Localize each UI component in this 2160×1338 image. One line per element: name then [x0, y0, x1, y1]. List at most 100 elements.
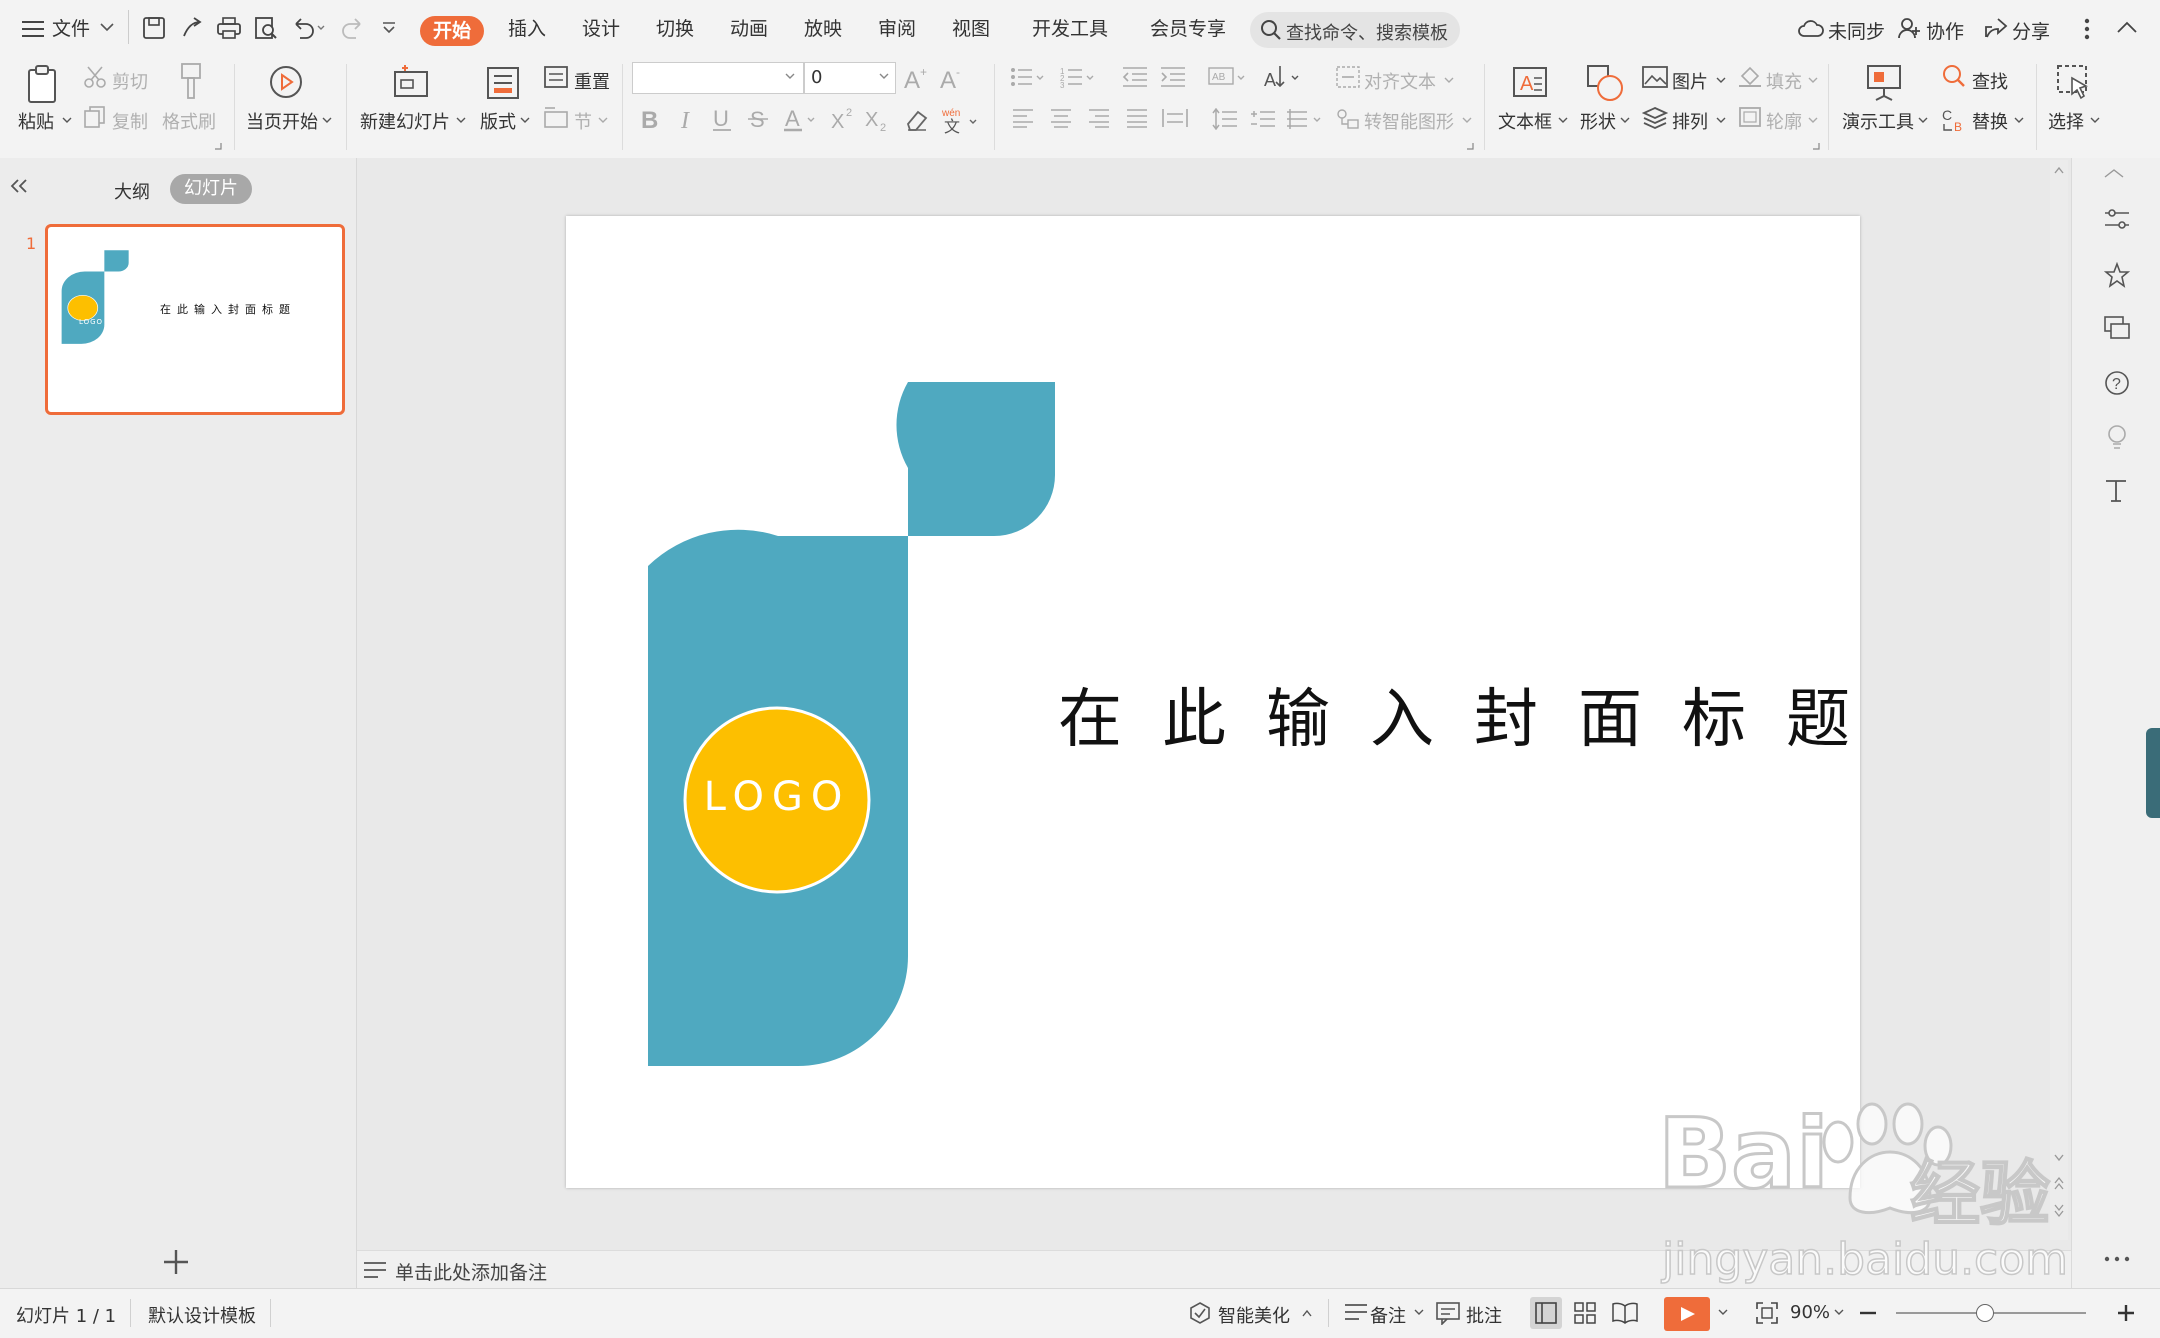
strikethrough-icon[interactable]: S [748, 106, 770, 132]
columns-icon[interactable] [1286, 108, 1326, 130]
sync-status[interactable]: 未同步 [1828, 17, 1885, 44]
justify-icon[interactable] [1126, 108, 1148, 128]
dialog-launcher-icon[interactable] [214, 142, 222, 150]
tab-review[interactable]: 审阅 [878, 14, 916, 41]
cover-title[interactable]: 在此输入封面标题 [1058, 668, 1890, 760]
chevron-down-icon[interactable] [1444, 77, 1454, 85]
chevron-down-icon[interactable] [100, 22, 114, 32]
redo-icon[interactable] [340, 16, 364, 40]
chevron-down-icon[interactable] [1918, 117, 1928, 125]
presenter-tools-icon[interactable] [1866, 64, 1902, 102]
help-icon[interactable]: ? [2104, 370, 2130, 396]
tab-outline[interactable]: 大纲 [114, 178, 150, 204]
tab-view[interactable]: 视图 [952, 14, 990, 41]
font-color-icon[interactable]: A [784, 106, 818, 132]
reading-view-icon[interactable] [1612, 1302, 1638, 1324]
chevron-up-icon[interactable] [1302, 1309, 1312, 1317]
find-icon[interactable] [1942, 64, 1966, 88]
tab-slides[interactable]: 幻灯片 [170, 174, 252, 204]
copy-button[interactable]: 复制 [112, 108, 148, 134]
outline-button[interactable]: 轮廓 [1766, 108, 1802, 134]
customize-toolbar-icon[interactable] [382, 22, 396, 34]
cloud-sync-icon[interactable] [1798, 18, 1824, 40]
logo-placeholder-text[interactable]: LOGO [684, 774, 870, 820]
print-icon[interactable] [216, 16, 242, 40]
tab-design[interactable]: 设计 [582, 14, 620, 41]
decrease-font-icon[interactable]: A- [940, 66, 966, 90]
line-spacing-icon[interactable] [1212, 108, 1238, 130]
reset-icon[interactable] [544, 66, 568, 88]
normal-view-button[interactable] [1530, 1297, 1562, 1329]
replace-button[interactable]: 替换 [1972, 108, 2008, 134]
hamburger-icon[interactable] [22, 20, 44, 38]
tab-animations[interactable]: 动画 [730, 14, 768, 41]
chevron-down-icon[interactable] [2090, 117, 2100, 125]
chevron-down-icon[interactable] [1558, 117, 1568, 125]
play-from-current-button[interactable]: 当页开始 [246, 108, 318, 134]
paste-button[interactable]: 粘贴 [18, 108, 54, 134]
paragraph-spacing-icon[interactable] [1250, 108, 1276, 130]
slide-thumbnail[interactable]: 在此输入封面标题 LOGO [45, 224, 345, 415]
share-icon[interactable] [1984, 17, 2008, 39]
dialog-launcher-icon[interactable] [1466, 142, 1474, 150]
align-right-icon[interactable] [1088, 108, 1110, 128]
chevron-down-icon[interactable] [1716, 117, 1726, 125]
command-search-box[interactable]: 查找命令、搜索模板 [1250, 12, 1460, 48]
tab-slideshow[interactable]: 放映 [804, 14, 842, 41]
collapse-panel-icon[interactable] [2104, 168, 2124, 178]
dialog-launcher-icon[interactable] [1812, 142, 1820, 150]
bullet-list-icon[interactable] [1010, 66, 1046, 88]
undo-icon[interactable] [292, 16, 326, 40]
comment-icon[interactable] [1436, 1301, 1460, 1325]
add-slide-icon[interactable] [162, 1248, 190, 1276]
font-size-select[interactable]: 0 [804, 62, 896, 94]
select-icon[interactable] [2056, 64, 2092, 102]
notes-placeholder[interactable]: 单击此处添加备注 [395, 1258, 547, 1285]
smart-beautify-icon[interactable] [1188, 1301, 1212, 1325]
chevron-down-icon[interactable] [520, 117, 530, 125]
clear-format-icon[interactable] [904, 106, 930, 132]
smart-beautify-button[interactable]: 智能美化 [1218, 1302, 1290, 1328]
arrange-icon[interactable] [1642, 106, 1668, 130]
zoom-slider-thumb[interactable] [1976, 1304, 1994, 1322]
select-button[interactable]: 选择 [2048, 108, 2084, 134]
comments-button[interactable]: 批注 [1466, 1302, 1502, 1328]
superscript-icon[interactable]: X2 [830, 106, 856, 132]
notes-toggle-button[interactable]: 备注 [1370, 1302, 1406, 1328]
shapes-button[interactable]: 形状 [1580, 108, 1616, 134]
collapse-ribbon-icon[interactable] [2116, 20, 2138, 34]
zoom-out-icon[interactable] [1860, 1311, 1876, 1315]
scroll-up-icon[interactable] [2054, 166, 2064, 174]
section-button[interactable]: 节 [574, 108, 592, 134]
vertical-scrollbar[interactable] [2050, 160, 2068, 1240]
collaborate-icon[interactable] [1898, 17, 1922, 39]
textbox-icon[interactable]: A [1512, 64, 1548, 100]
underline-icon[interactable]: U [712, 106, 734, 132]
file-menu[interactable]: 文件 [52, 14, 90, 41]
zoom-in-icon[interactable] [2118, 1305, 2134, 1321]
fit-window-icon[interactable] [1756, 1302, 1778, 1324]
bold-icon[interactable]: B [640, 106, 660, 132]
increase-indent-icon[interactable] [1160, 66, 1186, 88]
decrease-indent-icon[interactable] [1122, 66, 1148, 88]
fill-button[interactable]: 填充 [1766, 68, 1802, 94]
replace-icon[interactable]: CB [1942, 106, 1968, 132]
slide[interactable]: LOGO 在此输入封面标题 [566, 216, 1860, 1188]
tab-insert[interactable]: 插入 [508, 14, 546, 41]
reset-button[interactable]: 重置 [574, 68, 610, 94]
align-left-icon[interactable] [1012, 108, 1034, 128]
lightbulb-icon[interactable] [2104, 424, 2130, 450]
tab-transitions[interactable]: 切换 [656, 14, 694, 41]
tab-home[interactable]: 开始 [420, 16, 484, 46]
more-options-icon[interactable] [2104, 1256, 2130, 1262]
tab-developer[interactable]: 开发工具 [1032, 14, 1108, 41]
paste-dropdown-icon[interactable] [62, 117, 72, 125]
text-direction-icon[interactable]: AB [1208, 66, 1248, 88]
textbox-button[interactable]: 文本框 [1498, 108, 1552, 134]
tab-member[interactable]: 会员专享 [1150, 14, 1226, 41]
align-text-button[interactable]: 对齐文本 [1364, 68, 1436, 94]
collaborate-button[interactable]: 协作 [1926, 17, 1964, 44]
layout-icon[interactable] [486, 66, 520, 100]
numbered-list-icon[interactable]: 123 [1060, 66, 1096, 88]
shapes-icon[interactable] [1586, 64, 1624, 102]
